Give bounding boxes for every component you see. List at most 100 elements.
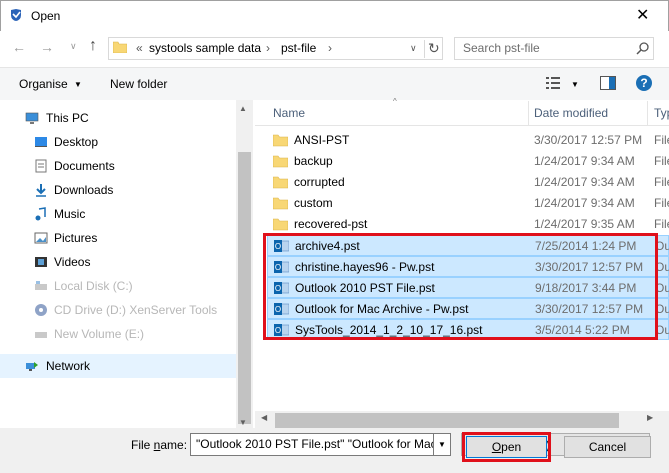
preview-pane-icon[interactable] <box>600 76 616 90</box>
scroll-up-icon[interactable]: ▲ <box>239 104 247 113</box>
back-button[interactable]: ← <box>12 39 26 55</box>
selection-highlight-box <box>263 233 658 340</box>
sort-ascending-icon: ^ <box>393 97 397 106</box>
new-folder-button[interactable]: New folder <box>110 77 167 91</box>
file-row[interactable]: ANSI-PST 3/30/2017 12:57 PM File <box>267 130 669 151</box>
sidebar-item-label: CD Drive (D:) XenServer Tools <box>54 303 218 317</box>
file-date-modified: 1/24/2017 9:34 AM <box>534 175 635 189</box>
sidebar-scrollbar-thumb[interactable] <box>238 152 251 424</box>
sidebar-item-network[interactable]: Network <box>0 354 236 378</box>
scroll-left-icon[interactable]: ◀ <box>261 413 267 422</box>
breadcrumb-item[interactable]: pst-file <box>281 41 316 55</box>
filename-dropdown-button[interactable]: ▼ <box>434 433 451 456</box>
up-button[interactable]: ↑ <box>89 37 97 55</box>
app-icon <box>11 9 21 21</box>
music-icon <box>35 207 46 221</box>
sidebar-item-label: Local Disk (C:) <box>54 279 133 293</box>
file-row[interactable]: custom 1/24/2017 9:34 AM File <box>267 193 669 214</box>
organise-button[interactable]: Organise <box>19 77 68 91</box>
window-title: Open <box>31 9 61 23</box>
filename-label-part: File <box>131 438 154 452</box>
desktop-icon <box>35 137 47 147</box>
column-header-name[interactable]: Name <box>273 106 305 120</box>
sidebar-item-documents[interactable]: Documents <box>0 154 236 178</box>
file-name: custom <box>294 196 333 210</box>
filename-label-part: ame: <box>160 438 188 452</box>
sidebar-item-music[interactable]: Music <box>0 202 236 226</box>
folder-icon <box>273 176 288 189</box>
file-name: backup <box>294 154 333 168</box>
column-header-date-modified[interactable]: Date modified <box>534 106 608 120</box>
breadcrumb-overflow[interactable]: « <box>136 41 143 55</box>
column-divider[interactable] <box>528 101 529 126</box>
search-icon <box>636 42 649 55</box>
sidebar-item-label: Desktop <box>54 135 99 149</box>
sidebar-item-label: Documents <box>54 159 115 173</box>
file-date-modified: 1/24/2017 9:34 AM <box>534 196 635 210</box>
file-row[interactable]: corrupted 1/24/2017 9:34 AM File <box>267 172 669 193</box>
sidebar-item-videos[interactable]: Videos <box>0 250 236 274</box>
folder-icon <box>273 197 288 210</box>
videos-icon <box>35 257 47 267</box>
navigation-pane: This PC Desktop Documents Downloads Musi… <box>0 100 253 430</box>
scroll-right-icon[interactable]: ▶ <box>647 413 653 422</box>
address-dropdown-icon[interactable]: ∨ <box>410 43 417 54</box>
file-type: File <box>654 217 669 231</box>
sidebar-item-pictures[interactable]: Pictures <box>0 226 236 250</box>
close-button[interactable]: ✕ <box>636 5 649 25</box>
network-icon <box>26 362 38 371</box>
sidebar-item-label: Downloads <box>54 183 114 197</box>
cd-drive-icon <box>35 304 47 316</box>
column-divider[interactable] <box>647 101 648 126</box>
breadcrumb-separator[interactable]: › <box>328 41 332 55</box>
computer-icon <box>25 112 39 124</box>
folder-icon <box>273 134 288 147</box>
help-button[interactable]: ? <box>636 75 652 91</box>
sidebar-item-cd-drive[interactable]: CD Drive (D:) XenServer Tools <box>0 298 236 322</box>
file-name: corrupted <box>294 175 345 189</box>
file-row[interactable]: recovered-pst 1/24/2017 9:35 AM File <box>267 214 669 235</box>
filename-label: File name: <box>131 438 187 452</box>
drive-icon <box>35 332 47 338</box>
cancel-button[interactable]: Cancel <box>564 436 651 458</box>
view-options-icon[interactable] <box>546 76 560 90</box>
sidebar-item-downloads[interactable]: Downloads <box>0 178 236 202</box>
file-name: recovered-pst <box>294 217 368 231</box>
recent-locations-button[interactable]: ∨ <box>70 41 77 52</box>
sidebar-item-label: Videos <box>54 255 91 269</box>
toolbar <box>0 67 669 100</box>
chevron-down-icon[interactable]: ▼ <box>571 80 579 89</box>
file-type: File <box>654 133 669 147</box>
search-input[interactable]: Search pst-file <box>463 41 540 55</box>
drive-icon <box>35 281 47 290</box>
file-name: ANSI-PST <box>294 133 350 147</box>
sidebar-item-new-volume[interactable]: New Volume (E:) <box>0 322 236 346</box>
refresh-button[interactable]: ↻ <box>424 40 442 58</box>
breadcrumb-item[interactable]: systools sample data <box>149 41 261 55</box>
column-header-type[interactable]: Typ <box>654 106 669 120</box>
file-date-modified: 1/24/2017 9:35 AM <box>534 217 635 231</box>
breadcrumb-separator[interactable]: › <box>266 41 270 55</box>
horizontal-scrollbar-thumb[interactable] <box>275 413 619 428</box>
sidebar-item-this-pc[interactable]: This PC <box>0 106 236 130</box>
file-row[interactable]: backup 1/24/2017 9:34 AM File <box>267 151 669 172</box>
documents-icon <box>35 159 47 173</box>
file-type: File <box>654 175 669 189</box>
file-type: File <box>654 154 669 168</box>
sidebar-item-label: Pictures <box>54 231 98 245</box>
downloads-icon <box>36 184 46 197</box>
file-date-modified: 3/30/2017 12:57 PM <box>534 133 643 147</box>
open-button-highlight-box <box>462 432 551 462</box>
sidebar-item-label: Network <box>46 359 91 373</box>
title-bar <box>0 0 669 31</box>
filename-input[interactable]: "Outlook 2010 PST File.pst" "Outlook for… <box>190 433 434 456</box>
file-type: File <box>654 196 669 210</box>
sidebar-item-label: New Volume (E:) <box>54 327 145 341</box>
folder-icon <box>113 41 127 53</box>
sidebar-item-local-disk[interactable]: Local Disk (C:) <box>0 274 236 298</box>
folder-icon <box>273 218 288 231</box>
scroll-down-icon[interactable]: ▼ <box>239 418 247 427</box>
chevron-down-icon[interactable]: ▼ <box>74 80 82 89</box>
sidebar-item-desktop[interactable]: Desktop <box>0 130 236 154</box>
forward-button[interactable]: → <box>40 39 54 55</box>
